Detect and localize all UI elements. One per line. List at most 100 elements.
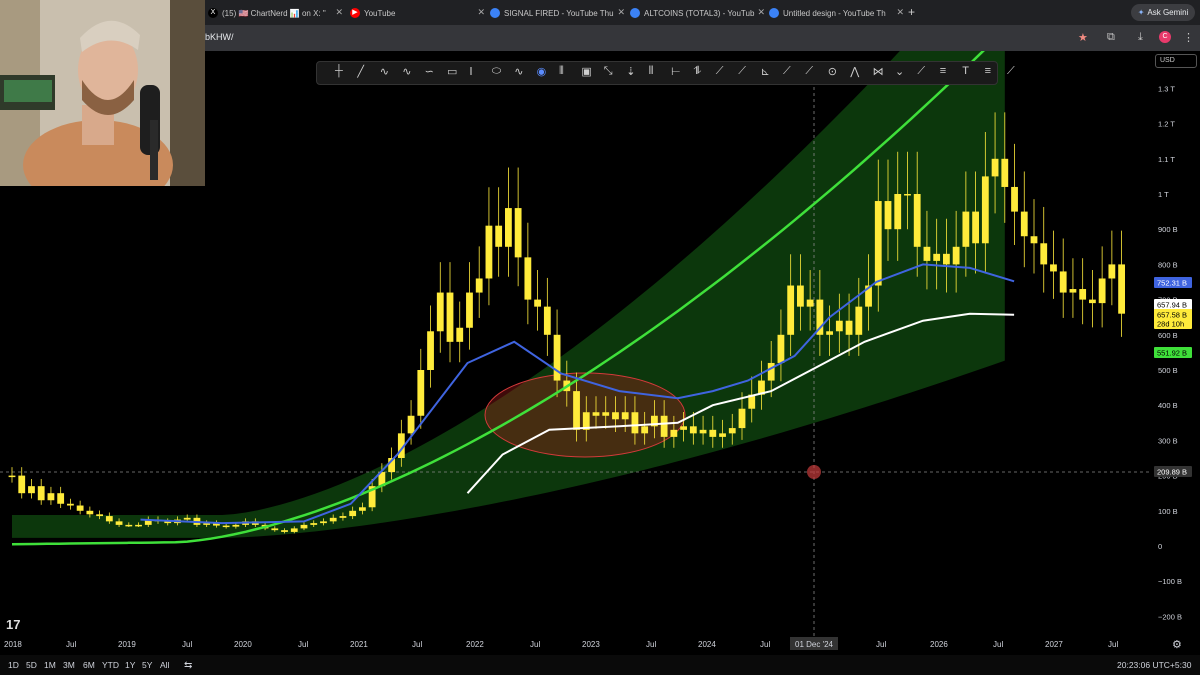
drawing-tool-icon[interactable]: ╱ [357,65,369,78]
bookmark-star-icon[interactable]: ★ [1078,31,1088,44]
drawing-tool-icon[interactable]: ▣ [581,65,593,78]
time-axis-label: 2019 [118,640,136,649]
drawing-tool-icon[interactable]: ⟋ [917,65,929,77]
candle-body [767,362,775,381]
candle-body [913,194,921,247]
menu-icon[interactable]: ⋮ [1183,31,1194,44]
candle-body [417,370,425,416]
range-button-ytd[interactable]: YTD [102,660,119,670]
drawing-tool-icon[interactable]: ⟋ [783,65,795,77]
close-tab-icon[interactable]: ✕ [896,7,904,18]
time-axis-label: Jul [646,640,656,649]
drawing-tool-icon[interactable]: ⊙ [828,65,840,78]
price-axis-label: 0 [1158,542,1162,551]
candle-body [300,524,308,529]
new-tab-button[interactable]: + [908,5,915,19]
drawing-tool-icon[interactable]: ⤡ [604,65,616,77]
price-axis-label: 1.1 T [1158,155,1175,164]
range-button-1m[interactable]: 1M [44,660,56,670]
drawing-tool-icon[interactable]: ∿ [380,65,392,78]
drawing-tool-icon[interactable]: ≡ [940,65,952,77]
drawing-tool-icon[interactable]: ⥮ [693,65,705,77]
close-tab-icon[interactable]: ✕ [757,7,765,18]
close-tab-icon[interactable]: ✕ [617,7,625,18]
browser-tab[interactable]: ALTCOINS (TOTAL3) - YouTub ✕ [630,3,765,23]
candle-body [524,257,532,300]
drawing-tool-icon[interactable]: ⇣ [626,65,638,78]
drawing-tool-icon[interactable]: ⟋ [805,65,817,77]
candle-body [787,285,795,335]
time-axis-label: 2020 [234,640,252,649]
drawing-tool-icon[interactable]: Ⅰ [469,65,481,78]
webcam-person-image [0,0,205,186]
candle-body [339,516,347,518]
drawing-tool-icon[interactable]: ⟋ [1007,65,1019,77]
currency-selector[interactable]: USD [1155,54,1197,68]
browser-tab[interactable]: SIGNAL FIRED - YouTube Thu ✕ [490,3,625,23]
price-badge-white: 657.94 B [1157,301,1187,310]
drawing-tool-icon[interactable]: ⟋ [716,65,728,77]
range-button-1d[interactable]: 1D [8,660,19,670]
candle-body [972,211,979,244]
price-badge-crosshair: 209.89 B [1157,468,1187,477]
drawing-tool-icon[interactable]: ≡ [985,65,997,77]
settings-gear-icon[interactable]: ⚙ [1172,639,1182,651]
candle-body [1001,158,1009,187]
range-button-5y[interactable]: 5Y [142,660,152,670]
candle-body [855,306,863,335]
profile-avatar[interactable]: C [1159,31,1171,43]
drawing-tool-icon[interactable]: ⟋ [738,65,750,77]
drawing-tool-icon[interactable]: ⋀ [850,65,862,78]
close-tab-icon[interactable]: ✕ [335,7,343,18]
drawing-tool-icon[interactable]: ⋈ [873,65,885,78]
browser-tab[interactable]: Untitled design - YouTube Th ✕ [769,3,904,23]
candle-body [904,194,911,196]
candle-body [602,412,610,416]
candle-body [884,201,892,230]
extensions-icon[interactable]: ⧉ [1107,31,1115,44]
drawing-tool-icon[interactable]: ⦀ [649,65,661,77]
time-axis-label: 2023 [582,640,600,649]
browser-tab[interactable]: X (15) 🇺🇸 ChartNerd 📊 on X: " ✕ [208,3,343,23]
drawing-tool-icon[interactable]: ∽ [425,65,437,78]
candle-body [514,208,522,258]
range-button-all[interactable]: All [160,660,169,670]
candle-body [991,158,999,177]
drawing-tool-icon[interactable]: ∿ [402,65,414,78]
candle-body [592,412,600,416]
range-button-1y[interactable]: 1Y [125,660,135,670]
time-axis-label: Jul [993,640,1003,649]
range-button-5d[interactable]: 5D [26,660,37,670]
date-range-icon[interactable]: ⇆ [184,660,192,671]
drawing-tool-icon[interactable]: ⌄ [895,65,907,78]
download-icon[interactable]: ⤓ [1138,31,1143,44]
drawing-tool-icon[interactable]: T [962,65,974,77]
url-text[interactable]: bKHW/ [205,32,234,42]
price-axis-label: 1.3 T [1158,84,1175,93]
candle-body [933,253,941,261]
drawing-tool-icon[interactable]: ∿ [514,65,526,78]
drawing-tool-icon[interactable]: ◉ [537,65,549,78]
candle-body [290,528,298,532]
price-axis-label: 800 B [1158,260,1178,269]
candle-body [76,505,84,511]
price-axis-label: 1 T [1158,190,1169,199]
clock: 20:23:06 UTC+5:30 [1117,660,1192,670]
ask-gemini-button[interactable]: ✦ Ask Gemini [1131,4,1195,21]
candle-body [57,493,65,504]
candle-body [232,524,240,527]
drawing-tool-icon[interactable]: ⦀ [559,65,571,77]
browser-tab[interactable]: ▶ YouTube ✕ [350,3,485,23]
close-tab-icon[interactable]: ✕ [477,7,485,18]
candle-body [1050,264,1057,272]
range-button-6m[interactable]: 6M [83,660,95,670]
candle-body [115,521,123,525]
price-axis-label: 100 B [1158,507,1178,516]
candle-body [680,426,687,430]
drawing-tool-icon[interactable]: ┼ [335,65,347,77]
drawing-tool-icon[interactable]: ▭ [447,65,459,78]
drawing-tool-icon[interactable]: ⊾ [761,65,773,78]
drawing-tool-icon[interactable]: ⊢ [671,65,683,78]
range-button-3m[interactable]: 3M [63,660,75,670]
drawing-tool-icon[interactable]: ⬭ [492,65,504,77]
